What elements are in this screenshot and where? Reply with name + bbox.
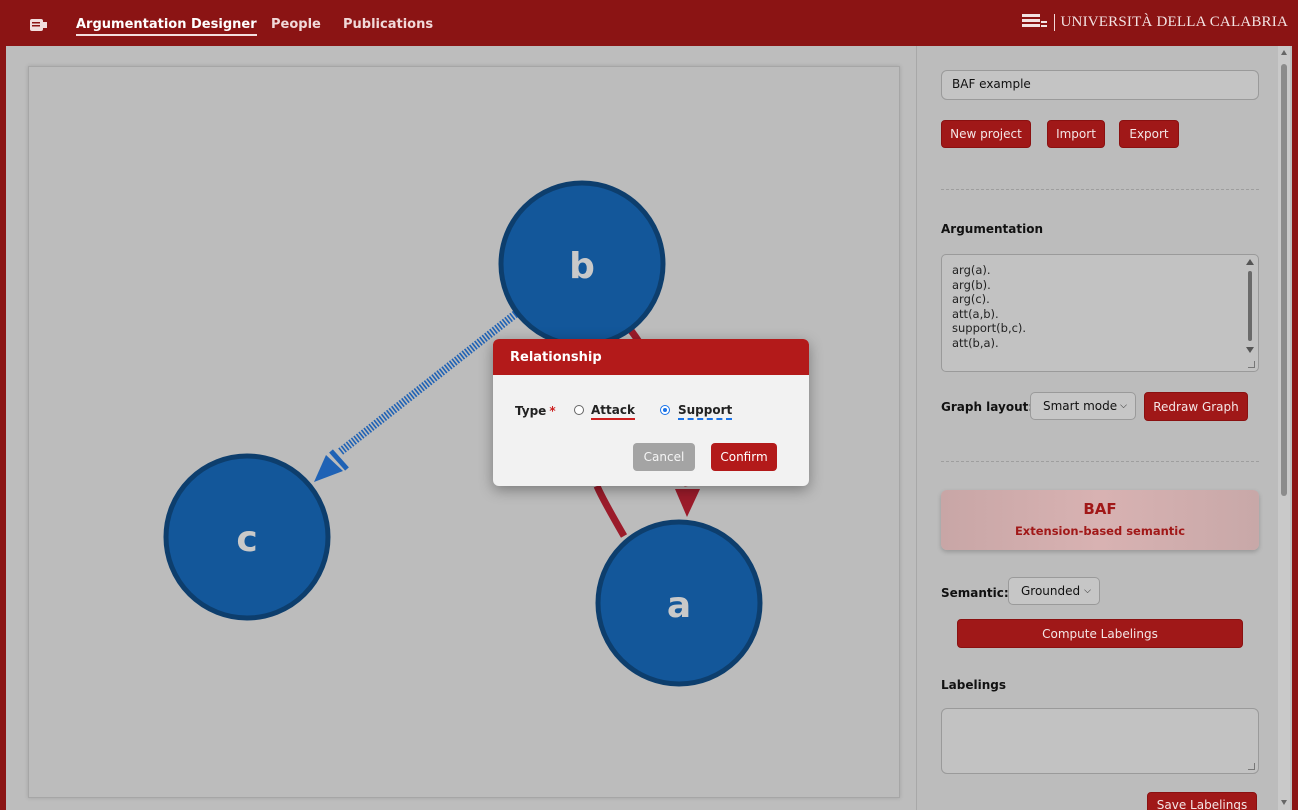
app-logo-icon[interactable] [30, 19, 48, 31]
graph-layout-label: Graph layout: [941, 400, 1034, 414]
attack-arrowhead-b-a [675, 489, 700, 517]
framework-card: BAF Extension-based semantic [941, 490, 1259, 550]
node-label-b: b [569, 246, 595, 287]
resize-handle-icon[interactable] [1248, 763, 1255, 770]
university-logo[interactable]: UNIVERSITÀ DELLA CALABRIA [1021, 13, 1289, 31]
graph-layout-value: Smart mode [1043, 399, 1118, 413]
page-scrollbar[interactable] [1278, 46, 1290, 810]
code-line: att(a,b). [952, 306, 999, 321]
confirm-button[interactable]: Confirm [711, 443, 777, 471]
scrollbar-thumb[interactable] [1281, 64, 1287, 496]
dialog-title: Relationship [510, 350, 602, 365]
university-emblem-icon [1021, 14, 1047, 27]
save-labelings-button[interactable]: Save Labelings [1147, 792, 1257, 810]
textarea-scrollbar[interactable] [1245, 259, 1255, 369]
section-divider [941, 461, 1259, 462]
import-button[interactable]: Import [1047, 120, 1105, 148]
nav-link-publications[interactable]: Publications [343, 17, 433, 32]
code-line: att(b,a). [952, 335, 999, 350]
nav-link-argumentation-designer[interactable]: Argumentation Designer [76, 17, 257, 36]
graph-layout-select[interactable]: Smart mode ⌵ [1030, 392, 1136, 420]
support-radio[interactable] [660, 405, 670, 415]
labelings-label: Labelings [941, 678, 1006, 692]
dialog-header: Relationship [493, 339, 809, 375]
node-label-c: c [236, 519, 257, 560]
redraw-graph-button[interactable]: Redraw Graph [1144, 392, 1248, 421]
argumentation-label: Argumentation [941, 222, 1043, 236]
export-button[interactable]: Export [1119, 120, 1179, 148]
labelings-textarea[interactable] [941, 708, 1259, 774]
type-label-text: Type [515, 404, 547, 418]
semantic-label: Semantic: [941, 586, 1009, 600]
graph-node-a[interactable]: a [595, 519, 763, 687]
university-name: UNIVERSITÀ DELLA CALABRIA [1053, 13, 1289, 31]
node-label-a: a [667, 585, 691, 626]
semantic-select[interactable]: Grounded ⌵ [1008, 577, 1100, 605]
graph-node-c[interactable]: c [163, 453, 331, 621]
attack-edge-a-b[interactable] [593, 484, 628, 538]
compute-labelings-button[interactable]: Compute Labelings [957, 619, 1243, 648]
resize-handle-icon[interactable] [1248, 361, 1255, 368]
chevron-down-icon: ⌵ [1084, 586, 1091, 596]
relationship-dialog: Relationship Type * Attack Support Cancel… [493, 339, 809, 486]
framework-subtitle: Extension-based semantic [1014, 524, 1186, 538]
attack-option-label[interactable]: Attack [591, 403, 635, 420]
required-mark: * [549, 404, 556, 418]
code-line: arg(c). [952, 292, 990, 306]
argumentation-textarea[interactable]: arg(a). arg(b). arg(c). att(a,b). suppor… [941, 254, 1259, 372]
semantic-value: Grounded [1021, 584, 1081, 598]
type-label: Type * [515, 404, 556, 418]
section-divider [941, 189, 1259, 190]
support-edge-b-c[interactable] [337, 308, 521, 456]
attack-radio[interactable] [574, 405, 584, 415]
code-line: arg(b). [952, 277, 991, 292]
code-line: support(b,c). [952, 321, 1027, 335]
graph-node-b[interactable]: b [498, 180, 666, 348]
new-project-button[interactable]: New project [941, 120, 1031, 148]
support-option-label[interactable]: Support [678, 403, 733, 420]
scroll-down-icon[interactable] [1280, 798, 1288, 806]
top-navbar: Argumentation Designer People Publicatio… [0, 0, 1298, 46]
right-sidebar: BAF example New project Import Export Ar… [916, 46, 1292, 810]
project-name-input[interactable]: BAF example [941, 70, 1259, 100]
scroll-up-icon[interactable] [1280, 49, 1288, 57]
cancel-button[interactable]: Cancel [633, 443, 695, 471]
code-line: arg(a). [952, 263, 991, 277]
nav-link-people[interactable]: People [271, 17, 321, 32]
framework-title: BAF [1083, 500, 1117, 518]
chevron-down-icon: ⌵ [1120, 401, 1127, 411]
